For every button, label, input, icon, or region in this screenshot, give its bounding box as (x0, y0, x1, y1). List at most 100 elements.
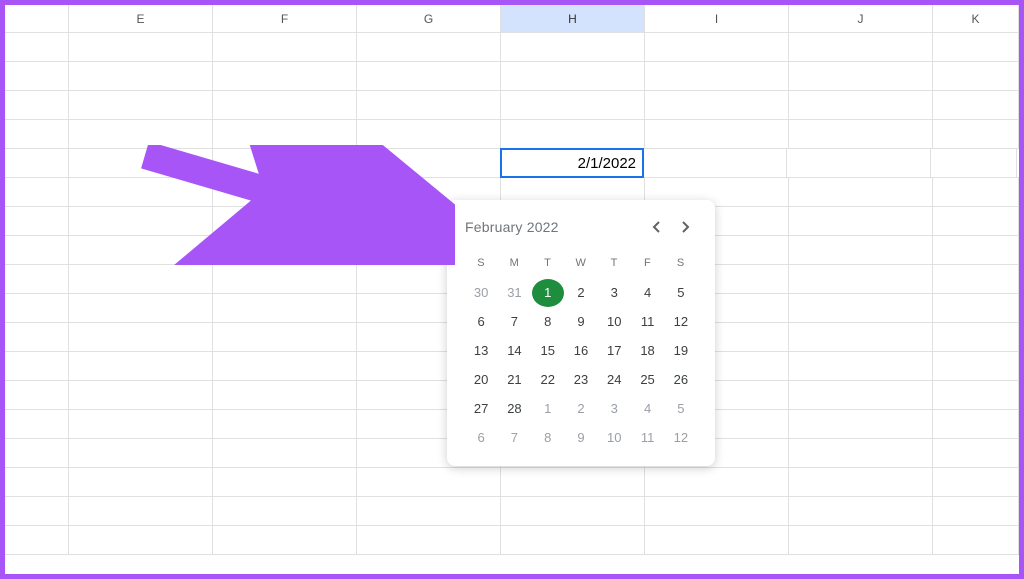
cell[interactable] (645, 33, 789, 61)
column-header-J[interactable]: J (789, 5, 933, 32)
column-header-I[interactable]: I (645, 5, 789, 32)
cell[interactable] (69, 91, 213, 119)
datepicker-day[interactable]: 25 (632, 366, 664, 394)
cell[interactable] (789, 439, 933, 467)
cell[interactable] (789, 294, 933, 322)
cell[interactable] (645, 497, 789, 525)
cell[interactable] (213, 526, 357, 554)
datepicker-day[interactable]: 26 (665, 366, 697, 394)
cell[interactable] (69, 149, 213, 177)
datepicker-day[interactable]: 19 (665, 337, 697, 365)
cell[interactable] (933, 468, 1019, 496)
cell[interactable] (789, 33, 933, 61)
datepicker-day[interactable]: 6 (465, 308, 497, 336)
cell[interactable] (789, 178, 933, 206)
cell[interactable] (213, 91, 357, 119)
cell[interactable] (357, 468, 501, 496)
cell[interactable] (789, 265, 933, 293)
datepicker-day[interactable]: 10 (598, 424, 630, 452)
cell[interactable] (357, 497, 501, 525)
cell[interactable] (933, 381, 1019, 409)
datepicker-day[interactable]: 3 (598, 279, 630, 307)
datepicker-day[interactable]: 24 (598, 366, 630, 394)
cell[interactable] (213, 439, 357, 467)
cell[interactable] (933, 439, 1019, 467)
cell[interactable] (5, 178, 69, 206)
cell[interactable] (933, 294, 1019, 322)
cell[interactable] (5, 294, 69, 322)
cell[interactable] (5, 91, 69, 119)
cell[interactable] (213, 352, 357, 380)
cell[interactable] (5, 410, 69, 438)
cell[interactable] (501, 526, 645, 554)
cell[interactable] (933, 265, 1019, 293)
column-header-H[interactable]: H (501, 5, 645, 32)
cell[interactable] (933, 120, 1019, 148)
cell[interactable] (5, 265, 69, 293)
datepicker-day[interactable]: 2 (565, 279, 597, 307)
cell[interactable] (69, 178, 213, 206)
cell[interactable] (5, 468, 69, 496)
cell[interactable] (213, 149, 357, 177)
datepicker-day[interactable]: 28 (498, 395, 530, 423)
cell[interactable] (69, 62, 213, 90)
cell[interactable] (645, 120, 789, 148)
cell[interactable] (213, 323, 357, 351)
cell[interactable] (69, 33, 213, 61)
cell[interactable] (69, 120, 213, 148)
cell[interactable] (213, 33, 357, 61)
cell[interactable] (789, 468, 933, 496)
cell[interactable] (789, 410, 933, 438)
cell[interactable] (69, 323, 213, 351)
datepicker-day[interactable]: 7 (498, 424, 530, 452)
cell[interactable] (5, 323, 69, 351)
cell[interactable] (933, 33, 1019, 61)
cell[interactable] (933, 62, 1019, 90)
cell[interactable] (933, 236, 1019, 264)
datepicker-day[interactable]: 31 (498, 279, 530, 307)
cell[interactable] (5, 439, 69, 467)
cell[interactable] (931, 149, 1017, 177)
cell[interactable] (501, 62, 645, 90)
cell[interactable] (357, 149, 501, 177)
cell[interactable] (645, 526, 789, 554)
cell[interactable] (789, 207, 933, 235)
datepicker-day[interactable]: 17 (598, 337, 630, 365)
datepicker-day[interactable]: 27 (465, 395, 497, 423)
cell[interactable] (69, 497, 213, 525)
cell[interactable] (645, 62, 789, 90)
cell[interactable] (645, 91, 789, 119)
cell[interactable] (933, 178, 1019, 206)
cell[interactable] (789, 323, 933, 351)
cell[interactable] (5, 381, 69, 409)
cell[interactable] (5, 207, 69, 235)
datepicker-day[interactable]: 23 (565, 366, 597, 394)
cell[interactable] (5, 33, 69, 61)
cell[interactable] (789, 381, 933, 409)
datepicker-day[interactable]: 9 (565, 424, 597, 452)
datepicker-day[interactable]: 13 (465, 337, 497, 365)
cell[interactable] (933, 497, 1019, 525)
datepicker-prev-button[interactable] (645, 216, 667, 238)
cell[interactable] (933, 323, 1019, 351)
datepicker-day[interactable]: 1 (532, 395, 564, 423)
column-header-K[interactable]: K (933, 5, 1019, 32)
datepicker-day[interactable]: 8 (532, 424, 564, 452)
cell[interactable] (69, 207, 213, 235)
datepicker-day[interactable]: 11 (632, 308, 664, 336)
datepicker-next-button[interactable] (675, 216, 697, 238)
datepicker-day[interactable]: 10 (598, 308, 630, 336)
cell[interactable] (933, 410, 1019, 438)
cell[interactable] (5, 352, 69, 380)
datepicker-day[interactable]: 4 (632, 279, 664, 307)
cell[interactable] (213, 207, 357, 235)
cell[interactable] (357, 120, 501, 148)
datepicker-day-selected[interactable]: 1 (532, 279, 564, 307)
cell[interactable] (213, 178, 357, 206)
cell[interactable] (933, 526, 1019, 554)
datepicker-day[interactable]: 12 (665, 424, 697, 452)
datepicker-day[interactable]: 5 (665, 279, 697, 307)
cell[interactable] (789, 120, 933, 148)
cell[interactable] (645, 468, 789, 496)
cell[interactable] (69, 265, 213, 293)
